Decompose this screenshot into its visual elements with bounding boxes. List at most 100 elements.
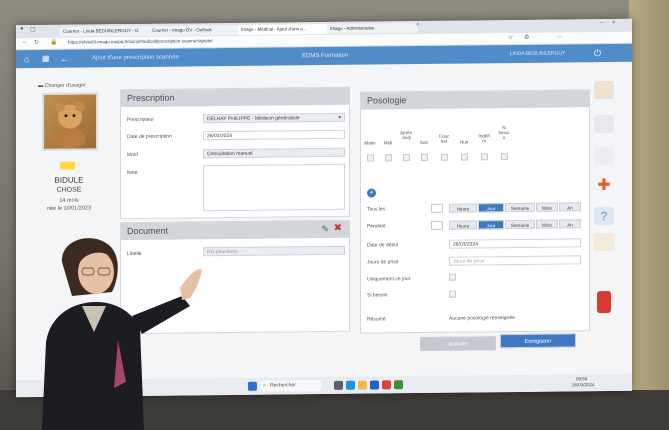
pendant-label: Pendant xyxy=(367,223,386,230)
patient-birthdate: née le 10/01/2023 xyxy=(46,205,92,212)
change-patient-link[interactable]: ▬ Changer d'usager xyxy=(38,82,86,88)
tous-les-an-button[interactable]: An xyxy=(559,202,581,212)
tous-les-semaine-button[interactable]: Semaine xyxy=(505,202,535,213)
resume-value: Aucune posologie renseignée xyxy=(449,315,515,322)
si-besoin-checkbox[interactable] xyxy=(449,290,456,298)
motif-label: Motif xyxy=(127,151,138,159)
task-view-icon[interactable] xyxy=(334,380,343,390)
checkbox-midi[interactable] xyxy=(385,154,392,162)
si-besoin-label: Si besoin xyxy=(367,292,388,299)
browser-tab-3[interactable]: Imago - Médical - Ajout d'une p... xyxy=(238,23,329,35)
profile-icon[interactable]: ● xyxy=(20,26,24,32)
gear-icon[interactable] xyxy=(594,146,614,166)
grid-menu-icon[interactable]: ▦ xyxy=(42,50,50,68)
window-icon[interactable]: ▢ xyxy=(30,26,36,33)
prescripteur-select[interactable]: DELHAY PHILIPPE - Médecin généraliste ▾ xyxy=(203,112,345,124)
close-window-icon[interactable]: × xyxy=(612,20,616,26)
tool-sidebar: ✚ ? xyxy=(594,80,616,331)
browser-tab-2[interactable]: Courrier - Imago DV - Outlook xyxy=(149,24,240,36)
outlook-icon[interactable] xyxy=(370,380,379,390)
jours-prise-label: Jours de prise xyxy=(367,259,399,266)
column-apres-midi: Après -midi xyxy=(399,130,412,141)
patient-age: 14 mois xyxy=(59,197,79,204)
column-midi: Midi xyxy=(383,140,393,146)
pendant-heure-button[interactable]: Heure xyxy=(449,220,477,230)
prescription-panel: Prescription Prescripteur DELHAY PHILIPP… xyxy=(120,86,350,220)
menu-dots-icon[interactable]: ⋯ xyxy=(556,34,562,41)
minimize-icon[interactable]: – xyxy=(600,20,603,26)
checkbox-apres-midi[interactable] xyxy=(403,154,410,162)
url-field[interactable]: https://ehtis03-imago.easpa.fr/soins/med… xyxy=(68,38,213,45)
date-debut-input[interactable]: 26/03/2024 xyxy=(449,238,581,249)
libelle-input[interactable]: RO pouchons xyxy=(203,245,345,257)
taskbar-time: 09:56 xyxy=(576,376,588,382)
checkbox-si-besoin[interactable] xyxy=(501,153,508,161)
column-soir: Soir xyxy=(419,139,429,145)
checkbox-matin[interactable] xyxy=(367,154,374,162)
pendant-an-button[interactable]: An xyxy=(559,219,581,229)
motif-input[interactable]: Consultation manuel xyxy=(203,147,345,159)
pendant-jour-button[interactable]: Jour xyxy=(478,220,504,230)
date-prescription-input[interactable]: 26/03/2024 xyxy=(203,129,345,141)
note-textarea[interactable] xyxy=(203,163,345,212)
new-tab-icon[interactable]: + xyxy=(416,22,420,28)
posologie-panel: Posologie Matin Midi Après -midi Soir Co… xyxy=(360,89,590,334)
document-icon[interactable] xyxy=(594,114,614,134)
folder-icon[interactable] xyxy=(358,380,367,390)
windows-start-icon[interactable] xyxy=(248,381,257,391)
note-label: Note xyxy=(127,169,138,177)
patient-photo xyxy=(42,92,98,151)
help-icon[interactable]: ? xyxy=(594,206,614,226)
lock-icon: 🔒 xyxy=(50,39,58,46)
back-icon[interactable]: ← xyxy=(22,39,28,45)
edge-icon[interactable] xyxy=(346,380,355,390)
browser-tab-4[interactable]: Imago - Administrative xyxy=(327,23,418,34)
graduation-icon[interactable] xyxy=(594,232,614,252)
back-arrow-icon[interactable]: ← xyxy=(60,50,69,68)
browser-tab-1[interactable]: Courrier - Linda BEDUINLERGUY - O xyxy=(60,25,151,37)
pendant-semaine-button[interactable]: Semaine xyxy=(505,219,535,230)
checkbox-coucher[interactable] xyxy=(441,153,448,161)
checkbox-indefini[interactable] xyxy=(481,153,488,161)
page-title: Ajout d'une prescription scannée xyxy=(92,54,179,62)
uniquement-checkbox[interactable] xyxy=(449,273,456,281)
center-label: EDMS Formation xyxy=(302,52,349,60)
tous-les-input[interactable] xyxy=(431,203,443,213)
store-icon[interactable] xyxy=(394,380,403,390)
refresh-icon[interactable]: ↻ xyxy=(34,39,39,46)
save-button[interactable]: Enregistrer xyxy=(500,333,576,349)
app-icon[interactable] xyxy=(382,380,391,390)
medication-icon[interactable] xyxy=(594,80,614,100)
cancel-button[interactable]: Annuler xyxy=(420,336,496,351)
pencil-icon[interactable]: ✎ xyxy=(321,224,329,235)
tous-les-mois-button[interactable]: Mois xyxy=(536,202,558,212)
posologie-title: Posologie xyxy=(361,90,589,110)
search-icon: ⌕ xyxy=(263,382,266,389)
prescription-title: Prescription xyxy=(121,87,349,108)
extensions-icon[interactable]: ⚙ xyxy=(524,34,529,41)
checkbox-nuit[interactable] xyxy=(461,153,468,161)
column-nuit: Nuit xyxy=(459,139,469,145)
wall xyxy=(629,0,669,430)
pendant-mois-button[interactable]: Mois xyxy=(536,219,558,229)
power-icon[interactable]: ⏻ xyxy=(594,44,601,62)
taskbar-search[interactable]: ⌕ Rechercher xyxy=(260,380,322,392)
delete-icon[interactable]: ✖ xyxy=(334,223,342,234)
date-prescription-label: Date de prescription xyxy=(127,133,172,141)
checkbox-soir[interactable] xyxy=(421,153,428,161)
date-debut-label: Date de début xyxy=(367,242,399,249)
star-icon[interactable]: ☆ xyxy=(508,34,513,41)
column-matin: Matin xyxy=(364,140,376,146)
jours-prise-input[interactable]: Jours de prise xyxy=(449,255,581,266)
add-circle-icon[interactable]: + xyxy=(367,188,376,198)
teddy-bear-icon xyxy=(54,101,86,149)
patient-last-name: CHOSE xyxy=(56,186,82,194)
tous-les-heure-button[interactable]: Heure xyxy=(449,203,477,213)
health-cross-icon[interactable]: ✚ xyxy=(594,177,614,195)
pendant-input[interactable] xyxy=(431,220,443,230)
tous-les-jour-button[interactable]: Jour xyxy=(478,203,504,213)
chevron-down-icon: ▾ xyxy=(338,114,341,121)
status-badge xyxy=(60,161,75,170)
user-label[interactable]: LINDA BEDUINLERGUY xyxy=(510,44,565,63)
home-icon[interactable]: ⌂ xyxy=(24,50,29,68)
